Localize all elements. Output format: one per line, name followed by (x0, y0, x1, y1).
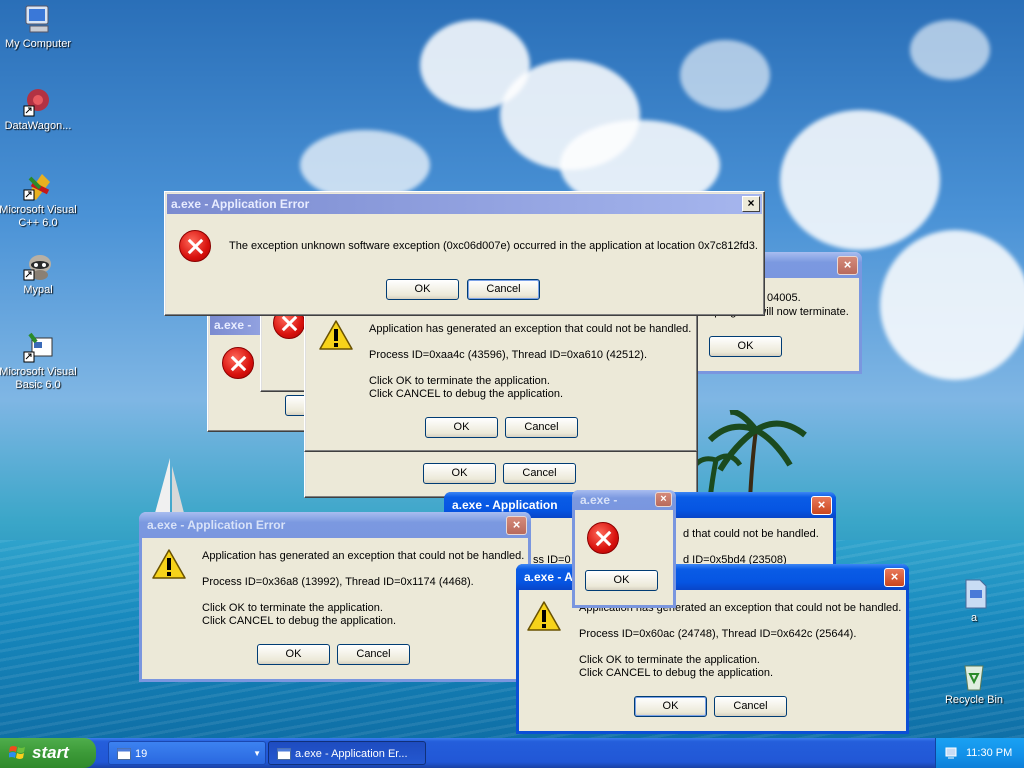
desktop-icon-mypal[interactable]: Mypal (0, 250, 78, 297)
network-icon[interactable] (944, 746, 958, 760)
ok-button[interactable]: OK (585, 570, 658, 591)
cancel-button[interactable]: Cancel (714, 696, 787, 717)
dialog-title: a.exe - Application Error (171, 197, 310, 211)
computer-icon (22, 4, 54, 36)
ok-button[interactable]: OK (423, 463, 496, 484)
taskbar-item-active[interactable]: a.exe - Application Er... (268, 741, 426, 765)
cancel-button[interactable]: Cancel (467, 279, 540, 300)
taskbar-item-label: a.exe - Application Er... (295, 748, 408, 760)
error-icon (222, 347, 254, 379)
desktop-icon-datawagon[interactable]: DataWagon... (0, 86, 78, 133)
ok-button[interactable]: OK (634, 696, 707, 717)
dialog-message: Application has generated an exception t… (202, 550, 525, 562)
dialog-instruction: Click CANCEL to debug the application. (369, 388, 564, 400)
error-icon (179, 230, 211, 262)
dialog-instruction: Click CANCEL to debug the application. (579, 667, 774, 679)
dialog-process-info: Process ID=0x60ac (24748), Thread ID=0x6… (579, 628, 857, 640)
start-label: start (32, 743, 69, 762)
desktop-icon-label: a (970, 612, 978, 624)
close-icon[interactable]: × (837, 256, 858, 275)
desktop-icon-label: Mypal (23, 284, 53, 296)
dialog-process-info: Process ID=0x36a8 (13992), Thread ID=0x1… (202, 576, 474, 588)
error-dialog-middle: Application has generated an exception t… (304, 306, 698, 452)
dialog-message-fragment: d that could not be handled. (683, 528, 819, 540)
desktop-icon-label: Microsoft Visual C++ 6.0 (0, 204, 77, 229)
file-icon (958, 578, 990, 610)
close-icon[interactable]: × (506, 516, 527, 535)
dialog-message: The exception unknown software exception… (229, 240, 758, 252)
windows-flag-icon (9, 746, 25, 759)
error-icon (587, 522, 619, 554)
datawagon-icon (22, 86, 54, 118)
ok-button[interactable]: OK (709, 336, 782, 357)
dialog-message-fragment: 04005. (767, 292, 801, 304)
desktop-icon-a-file[interactable]: a (934, 578, 1014, 625)
cancel-button[interactable]: Cancel (503, 463, 576, 484)
dialog-title: a.exe - Application Error (147, 518, 286, 532)
dialog-titlebar[interactable]: a.exe - Application Error × (139, 512, 531, 538)
warning-icon (319, 320, 353, 350)
dialog-process-info: Process ID=0xaa4c (43596), Thread ID=0xa… (369, 349, 648, 361)
desktop-icon-visual-basic[interactable]: Microsoft Visual Basic 6.0 (0, 332, 78, 392)
close-icon[interactable]: × (884, 568, 905, 587)
mypal-raccoon-icon (22, 250, 54, 282)
system-tray: 11:30 PM (935, 738, 1024, 768)
dialog-title: a.exe - (580, 493, 618, 507)
close-icon[interactable]: × (742, 196, 760, 212)
start-button[interactable]: start (0, 738, 96, 768)
ok-button[interactable]: OK (386, 279, 459, 300)
warning-icon (152, 549, 186, 579)
dialog-instruction: Click OK to terminate the application. (369, 375, 550, 387)
dialog-instruction: Click OK to terminate the application. (202, 602, 383, 614)
dialog-instruction: Click OK to terminate the application. (579, 654, 760, 666)
taskbar-group-button[interactable]: 19 ▼ (108, 741, 266, 765)
desktop-icon-label: Recycle Bin (944, 694, 1004, 706)
close-icon[interactable]: × (655, 492, 672, 507)
cancel-button[interactable]: Cancel (337, 644, 410, 665)
recycle-bin-icon (958, 660, 990, 692)
desktop-icon-my-computer[interactable]: My Computer (0, 4, 78, 51)
taskbar: start 19 ▼ a.exe - Application Er... 11:… (0, 738, 1024, 768)
dialog-titlebar[interactable]: a.exe - Application Error × (167, 194, 762, 214)
warning-icon (527, 601, 561, 631)
dialog-title: a.exe - Application (452, 498, 558, 512)
ok-button[interactable]: OK (257, 644, 330, 665)
dialog-message: Application has generated an exception t… (369, 323, 692, 335)
taskbar-item-label: 19 (135, 748, 148, 760)
window-icon (117, 748, 131, 760)
desktop-icon-label: Microsoft Visual Basic 6.0 (0, 366, 77, 391)
ok-button[interactable]: OK (425, 417, 498, 438)
cancel-button[interactable]: Cancel (505, 417, 578, 438)
error-dialog-small: a.exe - × OK (572, 490, 676, 608)
desktop-icon-recycle-bin[interactable]: Recycle Bin (934, 660, 1014, 707)
dialog-titlebar[interactable]: a.exe - × (572, 490, 676, 510)
error-dialog-bottom-left: a.exe - Application Error × Application … (139, 512, 531, 682)
dialog-title: a.exe - A (524, 570, 573, 584)
clock[interactable]: 11:30 PM (966, 738, 1012, 768)
desktop-icon-label: DataWagon... (4, 120, 72, 132)
visual-basic-icon (22, 332, 54, 364)
window-icon (277, 748, 291, 760)
visual-cpp-icon (22, 170, 54, 202)
desktop-icon-label: My Computer (4, 38, 72, 50)
desktop-icon-visual-cpp[interactable]: Microsoft Visual C++ 6.0 (0, 170, 78, 230)
error-dialog-top: a.exe - Application Error × The exceptio… (164, 191, 765, 316)
sailboat-image (155, 458, 184, 513)
close-icon[interactable]: × (811, 496, 832, 515)
dialog-instruction: Click CANCEL to debug the application. (202, 615, 397, 627)
chevron-down-icon: ▼ (253, 749, 261, 758)
palm-tree-image (690, 410, 807, 500)
